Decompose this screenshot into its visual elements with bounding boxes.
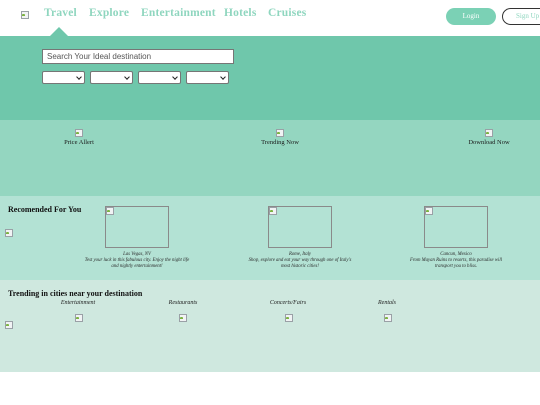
- nav-link-cruises[interactable]: Cruises: [268, 7, 306, 19]
- restaurants-broken-image-icon[interactable]: [179, 314, 187, 322]
- trending-category-rentals[interactable]: Rentals: [378, 300, 396, 306]
- filter-select-2[interactable]: [90, 71, 133, 84]
- card-image-las-vegas[interactable]: [105, 206, 169, 248]
- active-tab-indicator: [50, 27, 68, 36]
- carousel-prev-broken-image-icon[interactable]: [5, 321, 13, 329]
- nav-link-hotels[interactable]: Hotels: [224, 7, 257, 19]
- card-caption-rome: Rome, Italy Shop, explore and eat your w…: [245, 252, 355, 271]
- recommended-section: Recomended For You Las Vegas, NV Test yo…: [0, 196, 540, 280]
- destination-search-input[interactable]: [42, 49, 234, 64]
- card-caption-las-vegas: Las Vegas, NV Test your luck in this fab…: [82, 252, 192, 271]
- nav-link-entertainment[interactable]: Entertainment: [141, 7, 216, 19]
- feature-download-now-label[interactable]: Download Now: [468, 139, 509, 146]
- login-button[interactable]: Login: [446, 8, 496, 25]
- nav-link-explore[interactable]: Explore: [89, 7, 129, 19]
- nav-link-travel[interactable]: Travel: [44, 7, 77, 19]
- filter-select-4[interactable]: [186, 71, 229, 84]
- trending-category-restaurants[interactable]: Restaurants: [169, 300, 198, 306]
- trending-title: Trending in cities near your destination: [8, 289, 143, 298]
- signup-button[interactable]: Sign Up: [502, 8, 540, 25]
- entertainment-broken-image-icon[interactable]: [75, 314, 83, 322]
- trending-now-broken-image-icon[interactable]: [276, 129, 284, 137]
- card-text: Shop, explore and eat your way through o…: [248, 258, 352, 270]
- filter-select-3[interactable]: [138, 71, 181, 84]
- card-caption-cancun: Cancun, Mexico From Mayan Ruins to resor…: [401, 252, 511, 271]
- broken-image-icon: [425, 207, 433, 215]
- feature-trending-now-label[interactable]: Trending Now: [261, 139, 299, 146]
- search-section: [0, 36, 540, 120]
- chevron-down-icon: [220, 74, 226, 80]
- broken-image-icon: [269, 207, 277, 215]
- logo-broken-image-icon[interactable]: [21, 11, 29, 19]
- top-navbar: Travel Explore Entertainment Hotels Crui…: [0, 0, 540, 36]
- recommended-title: Recomended For You: [8, 205, 82, 214]
- features-section: Price Allert Trending Now Download Now: [0, 120, 540, 196]
- trending-category-entertainment[interactable]: Entertainment: [61, 300, 95, 306]
- rentals-broken-image-icon[interactable]: [384, 314, 392, 322]
- concerts-broken-image-icon[interactable]: [285, 314, 293, 322]
- card-text: From Mayan Ruins to resorts, this paradi…: [409, 258, 503, 270]
- price-alert-broken-image-icon[interactable]: [75, 129, 83, 137]
- card-image-cancun[interactable]: [424, 206, 488, 248]
- trending-category-concerts-fairs[interactable]: Concerts/Fairs: [270, 300, 306, 306]
- chevron-down-icon: [76, 74, 82, 80]
- filter-select-1[interactable]: [42, 71, 85, 84]
- card-image-rome[interactable]: [268, 206, 332, 248]
- chevron-down-icon: [172, 74, 178, 80]
- trending-section: Trending in cities near your destination…: [0, 280, 540, 372]
- carousel-prev-broken-image-icon[interactable]: [5, 229, 13, 237]
- feature-price-alert-label[interactable]: Price Allert: [64, 139, 94, 146]
- download-now-broken-image-icon[interactable]: [485, 129, 493, 137]
- broken-image-icon: [106, 207, 114, 215]
- card-text: Test your luck in this fabulous city. En…: [84, 258, 190, 270]
- chevron-down-icon: [124, 74, 130, 80]
